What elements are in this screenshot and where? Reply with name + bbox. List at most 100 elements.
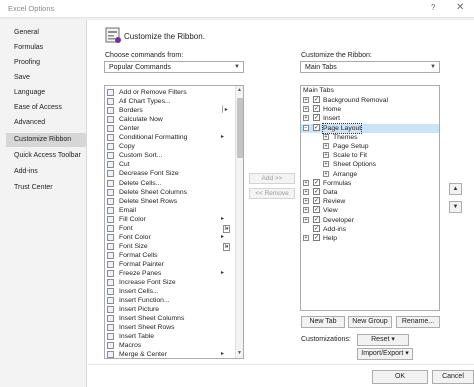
scroll-down-icon[interactable]: ▼ [237,350,242,356]
tree-item[interactable]: + ✓ Insert [301,114,439,123]
collapse-icon[interactable]: − [303,124,309,131]
checkbox[interactable]: ✓ [313,105,320,113]
expand-icon[interactable]: + [323,143,329,149]
command-item[interactable]: Add or Remove Filters [105,88,233,97]
ok-button[interactable]: OK [372,370,428,384]
tree-item[interactable]: + ✓ View [301,206,439,215]
tree-item[interactable]: + Themes [301,133,439,142]
nav-item-customize-ribbon[interactable]: Customize Ribbon [6,133,86,147]
command-item[interactable]: Format Painter [105,260,233,269]
command-item[interactable]: Insert Function... [105,296,233,305]
nav-item-trust-center[interactable]: Trust Center [6,181,86,195]
command-item[interactable]: Custom Sort... [105,151,233,160]
expand-icon[interactable]: + [303,198,309,205]
nav-item-formulas[interactable]: Formulas [6,41,86,55]
nav-item-proofing[interactable]: Proofing [6,56,86,70]
scroll-up-icon[interactable]: ▲ [237,87,242,93]
checkbox[interactable]: ✓ [313,114,320,122]
tree-item[interactable]: ✓ Add-ins [301,224,439,234]
command-item[interactable]: Cut [105,160,233,169]
command-item[interactable]: Calculate Now [105,115,233,124]
help-button[interactable]: ? [431,3,435,12]
nav-item-save[interactable]: Save [6,71,86,85]
command-item[interactable]: Insert Picture [105,305,233,314]
add-button[interactable]: Add >> [249,173,295,184]
rename-button[interactable]: Rename... [396,316,440,328]
nav-item-general[interactable]: General [6,26,86,40]
command-item[interactable]: Copy [105,142,233,151]
nav-item-quick-access-toolbar[interactable]: Quick Access Toolbar [6,149,86,163]
expand-icon[interactable]: + [303,179,309,186]
cancel-button[interactable]: Cancel [432,370,474,384]
tree-item[interactable]: − ✓ Page Layout [301,122,439,134]
command-item[interactable]: Insert Cells... [105,287,233,296]
close-button[interactable]: ✕ [456,2,464,13]
command-item[interactable]: Conditional Formatting ▸ [105,133,233,142]
checkbox[interactable]: ✓ [313,215,320,223]
nav-item-ease-of-access[interactable]: Ease of Access [6,101,86,115]
checkbox[interactable]: ✓ [313,96,320,103]
import-export-button[interactable]: Import/Export ▾ [357,348,413,360]
expand-icon[interactable]: + [303,106,309,113]
tree-item[interactable]: + Arrange [301,170,439,179]
ribbon-tree[interactable]: Main Tabs + ✓ Background Removal + ✓ Home + ✓ In… [300,85,440,311]
tree-item[interactable]: + Sheet Options [301,160,439,169]
checkbox[interactable]: ✓ [313,188,320,195]
expand-icon[interactable]: + [323,161,329,168]
command-item[interactable]: Center [105,124,233,133]
tree-item[interactable]: + ✓ Data [301,188,439,197]
tree-item[interactable]: + Page Setup [301,142,439,151]
checkbox[interactable]: ✓ [313,234,320,241]
command-item[interactable]: Increase Font Size [105,278,233,287]
new-group-button[interactable]: New Group [348,316,392,328]
nav-item-add-ins[interactable]: Add-ins [6,165,86,179]
scroll-thumb[interactable] [237,98,243,158]
checkbox[interactable]: ✓ [313,123,320,131]
checkbox[interactable]: ✓ [313,178,320,186]
command-item[interactable]: Font Color ▸ [105,233,233,242]
command-item[interactable]: Merge & Center ▸ [105,350,233,358]
command-item[interactable]: Delete Cells... [105,179,233,188]
expand-icon[interactable]: + [323,133,329,140]
checkbox[interactable]: ✓ [313,224,320,232]
tree-item[interactable]: + ✓ Help [301,234,439,243]
new-tab-button[interactable]: New Tab [301,316,345,328]
customize-ribbon-dropdown[interactable]: Main Tabs ▼ [300,61,440,73]
tree-item[interactable]: + ✓ Developer [301,215,439,225]
command-item[interactable]: All Chart Types... [105,97,233,106]
command-item[interactable]: Font Size I▾ [105,242,233,251]
command-item[interactable]: Font I▾ [105,224,233,233]
tree-item[interactable]: + ✓ Formulas [301,178,439,188]
command-item[interactable]: Macros [105,341,233,350]
nav-item-language[interactable]: Language [6,86,86,100]
expand-icon[interactable]: + [303,97,309,103]
move-down-button[interactable]: ▼ [449,201,462,213]
command-item[interactable]: Decrease Font Size [105,169,233,178]
command-item[interactable]: Format Cells [105,251,233,260]
commands-scrollbar[interactable]: ▲ ▼ [235,86,243,358]
reset-button[interactable]: Reset ▾ [357,334,409,346]
expand-icon[interactable]: + [303,235,309,241]
expand-icon[interactable]: + [323,170,329,177]
expand-icon[interactable]: + [303,207,309,214]
command-item[interactable]: Borders │▸ [105,106,233,115]
checkbox[interactable]: ✓ [313,206,320,214]
tree-item[interactable]: + ✓ Home [301,105,439,114]
command-item[interactable]: Insert Table [105,332,233,341]
expand-icon[interactable]: + [303,189,309,195]
command-item[interactable]: Freeze Panes ▸ [105,269,233,278]
command-item[interactable]: Delete Sheet Rows [105,197,233,206]
tree-item[interactable]: + ✓ Review [301,197,439,206]
command-item[interactable]: Email [105,206,233,215]
nav-item-advanced[interactable]: Advanced [6,116,86,130]
command-item[interactable]: Delete Sheet Columns [105,188,233,197]
command-item[interactable]: Fill Color ▸ [105,215,233,224]
command-item[interactable]: Insert Sheet Rows [105,323,233,332]
commands-listbox[interactable]: Add or Remove Filters All Chart Types... B… [104,85,244,359]
checkbox[interactable]: ✓ [313,197,320,205]
choose-commands-dropdown[interactable]: Popular Commands ▼ [104,61,244,73]
remove-button[interactable]: << Remove [249,188,295,199]
command-item[interactable]: Insert Sheet Columns [105,314,233,323]
expand-icon[interactable]: + [303,216,309,223]
expand-icon[interactable]: + [303,115,309,122]
